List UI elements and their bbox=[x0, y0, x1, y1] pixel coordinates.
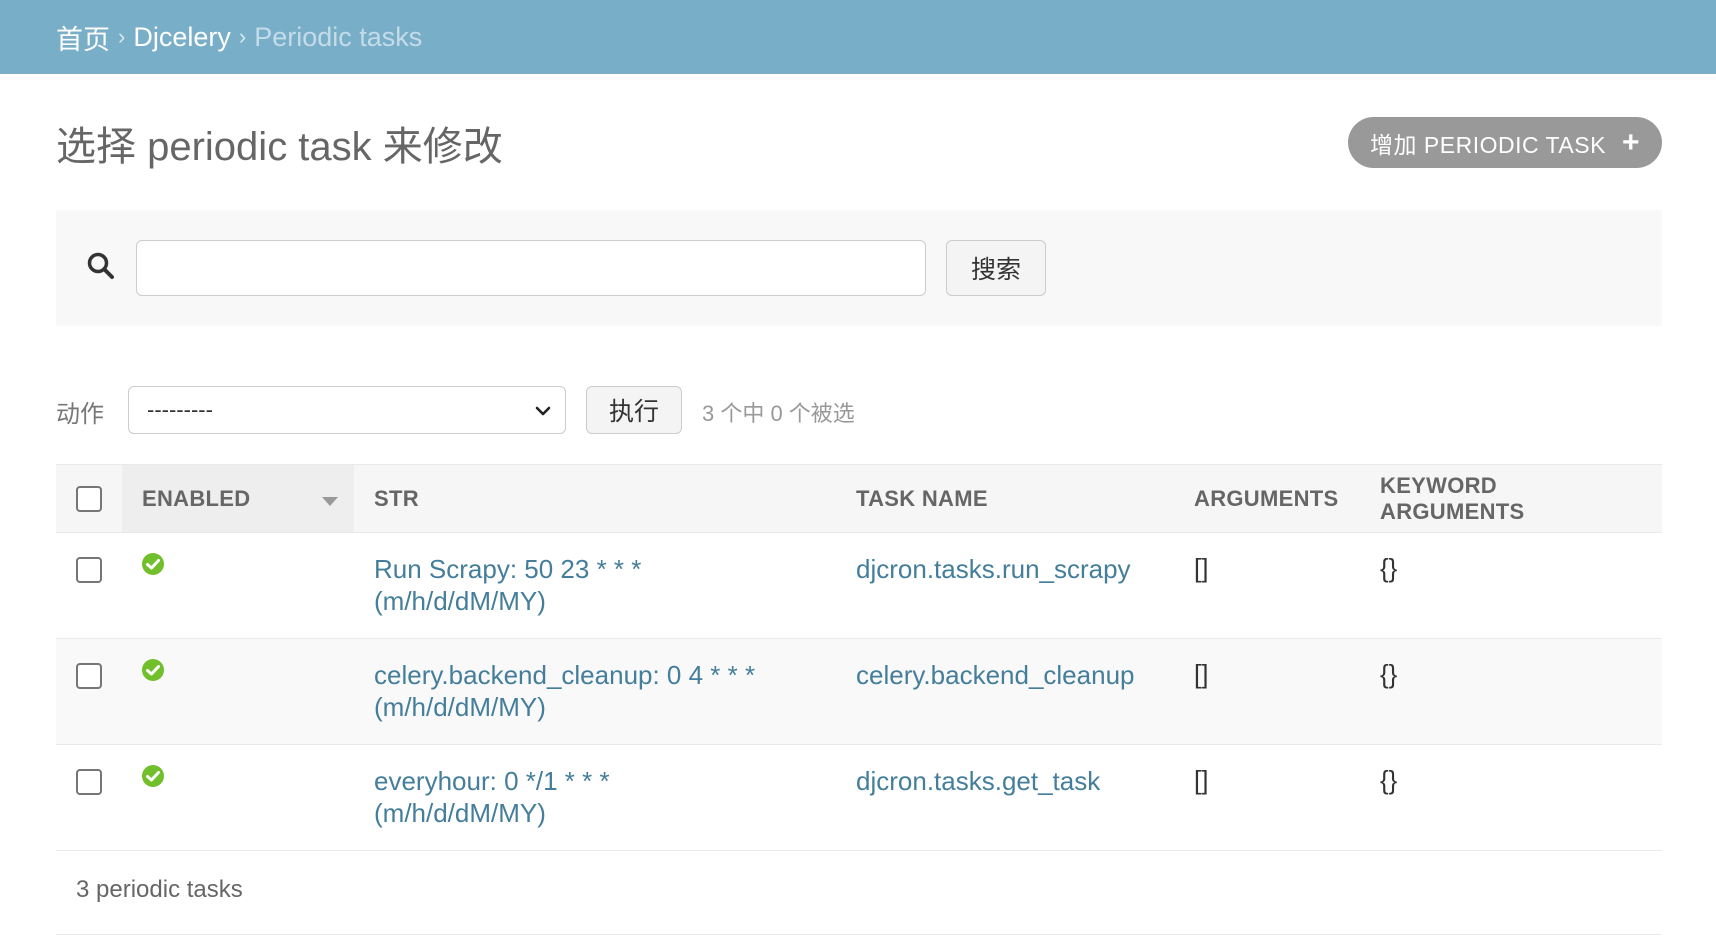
sort-descending-icon[interactable] bbox=[322, 497, 338, 506]
column-header-arguments[interactable]: ARGUMENTS bbox=[1174, 464, 1360, 533]
task-name-cell: djcron.tasks.run_scrapy bbox=[836, 532, 1174, 639]
arguments-cell: [] bbox=[1174, 532, 1360, 639]
str-cell: everyhour: 0 */1 * * * (m/h/d/dM/MY) bbox=[354, 744, 836, 851]
row-checkbox[interactable] bbox=[76, 557, 102, 584]
kwargs-cell: {} bbox=[1360, 638, 1662, 745]
action-select-value: --------- bbox=[147, 397, 213, 422]
paginator: 3 periodic tasks bbox=[76, 876, 243, 903]
column-header-str[interactable]: STR bbox=[354, 464, 836, 533]
breadcrumb-separator: › bbox=[118, 24, 126, 49]
str-line: (m/h/d/dM/MY) bbox=[374, 798, 546, 828]
column-label: ENABLED bbox=[142, 485, 251, 511]
plus-icon: + bbox=[1621, 125, 1640, 159]
arguments-cell: [] bbox=[1174, 744, 1360, 851]
breadcrumb-separator: › bbox=[238, 24, 247, 49]
search-button[interactable]: 搜索 bbox=[946, 240, 1046, 296]
column-header-keyword-arguments[interactable]: KEYWORD ARGUMENTS bbox=[1360, 464, 1662, 533]
kwargs-cell: {} bbox=[1360, 532, 1662, 639]
results-table: ENABLED STR TASK NAME ARGUMENTS KEYWORD … bbox=[56, 464, 1662, 851]
add-button-label: 增加 PERIODIC TASK bbox=[1370, 131, 1606, 158]
select-all-cell bbox=[56, 464, 122, 533]
task-name-cell: djcron.tasks.get_task bbox=[836, 744, 1174, 851]
row-checkbox[interactable] bbox=[76, 769, 102, 796]
search-input[interactable] bbox=[136, 240, 926, 296]
str-line: everyhour: 0 */1 * * * bbox=[374, 766, 610, 796]
run-action-button[interactable]: 执行 bbox=[586, 386, 682, 434]
str-line: (m/h/d/dM/MY) bbox=[374, 586, 546, 616]
breadcrumb: 首页 › Djcelery › Periodic tasks bbox=[0, 0, 1716, 74]
enabled-cell bbox=[122, 744, 354, 851]
task-name-cell: celery.backend_cleanup bbox=[836, 638, 1174, 745]
column-label: KEYWORD ARGUMENTS bbox=[1380, 472, 1525, 524]
table-row: celery.backend_cleanup: 0 4 * * * (m/h/d/… bbox=[56, 638, 1662, 745]
actions-label: 动作 bbox=[56, 401, 104, 428]
task-name-link[interactable]: djcron.tasks.get_task bbox=[856, 766, 1100, 796]
task-name-link[interactable]: djcron.tasks.run_scrapy bbox=[856, 554, 1131, 584]
task-str-link[interactable]: everyhour: 0 */1 * * * (m/h/d/dM/MY) bbox=[374, 766, 610, 828]
check-circle-icon bbox=[142, 765, 164, 787]
str-line: celery.backend_cleanup: 0 4 * * * bbox=[374, 660, 756, 690]
table-row: everyhour: 0 */1 * * * (m/h/d/dM/MY) djcr… bbox=[56, 744, 1662, 851]
column-label: TASK NAME bbox=[856, 485, 988, 511]
breadcrumb-app-link[interactable]: Djcelery bbox=[133, 22, 231, 53]
selection-count: 3 个中 0 个被选 bbox=[702, 401, 855, 426]
breadcrumb-home-link[interactable]: 首页 bbox=[56, 18, 110, 57]
task-str-link[interactable]: Run Scrapy: 50 23 * * * (m/h/d/dM/MY) bbox=[374, 554, 641, 616]
select-all-checkbox[interactable] bbox=[76, 486, 102, 513]
arguments-cell: [] bbox=[1174, 638, 1360, 745]
search-icon bbox=[87, 252, 114, 279]
breadcrumb-current: Periodic tasks bbox=[254, 21, 423, 52]
str-line: Run Scrapy: 50 23 * * * bbox=[374, 554, 642, 584]
chevron-down-icon bbox=[535, 406, 551, 416]
row-select-cell bbox=[56, 638, 122, 745]
task-name-link[interactable]: celery.backend_cleanup bbox=[856, 660, 1134, 690]
check-circle-icon bbox=[142, 553, 164, 575]
enabled-cell bbox=[122, 532, 354, 639]
page-title: 选择 periodic task 来修改 bbox=[56, 125, 503, 169]
column-label: ARGUMENTS bbox=[1194, 485, 1339, 511]
kwargs-cell: {} bbox=[1360, 744, 1662, 851]
column-header-enabled[interactable]: ENABLED bbox=[122, 464, 354, 533]
divider bbox=[56, 934, 1662, 935]
check-circle-icon bbox=[142, 659, 164, 681]
enabled-cell bbox=[122, 638, 354, 745]
str-cell: Run Scrapy: 50 23 * * * (m/h/d/dM/MY) bbox=[354, 532, 836, 639]
action-select[interactable]: --------- bbox=[128, 386, 566, 434]
column-label: STR bbox=[374, 485, 419, 511]
table-header-row: ENABLED STR TASK NAME ARGUMENTS KEYWORD … bbox=[56, 464, 1662, 533]
table-row: Run Scrapy: 50 23 * * * (m/h/d/dM/MY) djc… bbox=[56, 532, 1662, 639]
str-cell: celery.backend_cleanup: 0 4 * * * (m/h/d/… bbox=[354, 638, 836, 745]
task-str-link[interactable]: celery.backend_cleanup: 0 4 * * * (m/h/d/… bbox=[374, 660, 755, 722]
column-header-task-name[interactable]: TASK NAME bbox=[836, 464, 1174, 533]
row-select-cell bbox=[56, 744, 122, 851]
search-panel: 搜索 bbox=[56, 210, 1662, 326]
str-line: (m/h/d/dM/MY) bbox=[374, 692, 546, 722]
add-periodic-task-button[interactable]: 增加 PERIODIC TASK + bbox=[1348, 117, 1662, 168]
row-select-cell bbox=[56, 532, 122, 639]
row-checkbox[interactable] bbox=[76, 663, 102, 690]
